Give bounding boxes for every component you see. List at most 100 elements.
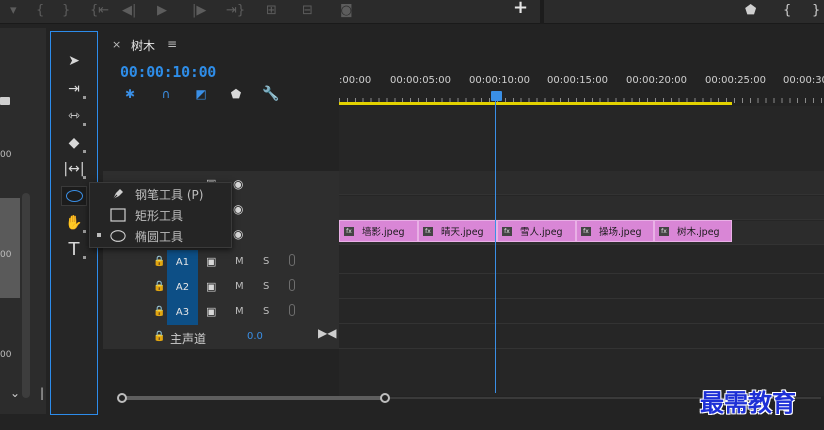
microphone-icon[interactable] — [289, 304, 295, 316]
transport-bar: ▾ { } {⇤ ◀| ▶ |▶ ⇥} ⊞ ⊟ ◙ + ⬟ { } — [0, 0, 824, 24]
rectangle-icon — [110, 207, 126, 223]
ruler-label: 00:00:20:00 — [626, 75, 688, 86]
track-target-a2[interactable]: A2 — [167, 275, 198, 300]
master-volume-value[interactable]: 0.0 — [247, 331, 263, 342]
ruler-label: 00:00:05:00 — [390, 75, 452, 86]
ruler-label: 00:00:30 — [783, 75, 824, 86]
set-in-icon[interactable]: { — [36, 3, 44, 19]
ellipse-tool-button[interactable] — [61, 186, 87, 206]
clip[interactable]: fx 墙影.jpeg — [339, 220, 418, 242]
fx-badge-icon: fx — [659, 226, 669, 236]
add-button-icon[interactable]: + — [513, 0, 528, 17]
playhead-handle[interactable] — [491, 91, 502, 101]
eye-icon[interactable]: ◉ — [233, 177, 243, 191]
go-to-end-icon[interactable]: ▶◀ — [318, 326, 336, 340]
fx-badge-icon: fx — [344, 226, 354, 236]
panel-divider — [540, 0, 544, 24]
mute-button[interactable]: M — [235, 256, 244, 267]
audio-track-a1[interactable] — [339, 250, 824, 274]
clip[interactable]: fx 雪人.jpeg — [497, 220, 576, 242]
ruler-label: 00:00:25:00 — [705, 75, 767, 86]
zoom-handle-right[interactable] — [380, 393, 390, 403]
microphone-icon[interactable] — [289, 254, 295, 266]
clip[interactable]: fx 操场.jpeg — [576, 220, 654, 242]
slip-tool[interactable]: |↔| — [51, 156, 97, 182]
audio-track-a2[interactable] — [339, 275, 824, 299]
marker-icon[interactable]: ⬟ — [228, 86, 244, 102]
vertical-scrollbar[interactable] — [22, 193, 30, 398]
add-marker-icon[interactable]: ◩ — [193, 86, 209, 102]
scroll-thumb[interactable] — [121, 396, 385, 400]
zoom-handle-left[interactable] — [117, 393, 127, 403]
playhead-timecode[interactable]: 00:00:10:00 — [120, 63, 216, 81]
media-thumbnail[interactable] — [0, 198, 20, 298]
clip[interactable]: fx 树木.jpeg — [654, 220, 732, 242]
selection-tool[interactable]: ➤ — [51, 48, 97, 74]
menu-item-ellipse[interactable]: 椭圆工具 — [90, 225, 231, 246]
insert-icon[interactable]: ⊞ — [266, 3, 277, 19]
fx-badge-icon: fx — [502, 226, 512, 236]
sync-lock-icon[interactable]: ▣ — [206, 255, 216, 268]
set-in-icon[interactable]: { — [783, 3, 791, 19]
step-back-icon[interactable]: ◀| — [122, 3, 136, 19]
microphone-icon[interactable] — [289, 279, 295, 291]
lock-icon[interactable]: 🔒 — [153, 281, 165, 292]
timecode-fragment: 00 — [0, 250, 12, 260]
lock-icon[interactable]: 🔒 — [153, 331, 165, 342]
work-area-bar[interactable] — [339, 102, 732, 105]
solo-button[interactable]: S — [263, 306, 269, 317]
menu-item-rectangle[interactable]: 矩形工具 — [90, 204, 231, 225]
video-track-v2[interactable] — [339, 196, 824, 220]
clip[interactable]: fx 晴天.jpeg — [418, 220, 497, 242]
track-target-a3[interactable]: A3 — [167, 300, 198, 325]
export-frame-icon[interactable]: ◙ — [340, 3, 353, 19]
time-ruler[interactable]: :00:00 00:00:05:00 00:00:10:00 00:00:15:… — [339, 69, 824, 105]
menu-item-pen[interactable]: 钢笔工具 (P) — [90, 183, 231, 204]
sync-lock-icon[interactable]: ▣ — [206, 280, 216, 293]
track-select-tool[interactable]: ⇥ — [51, 76, 97, 102]
razor-tool[interactable]: ◆ — [51, 130, 97, 156]
wrench-icon[interactable]: 🔧 — [262, 86, 279, 102]
master-track[interactable] — [339, 325, 824, 349]
track-area[interactable] — [339, 106, 824, 396]
ellipse-icon — [65, 190, 83, 202]
go-to-in-icon[interactable]: {⇤ — [90, 3, 109, 19]
eye-icon[interactable]: ◉ — [233, 227, 243, 241]
tab-menu-icon[interactable]: ≡ — [167, 37, 177, 51]
set-out-icon[interactable]: } — [812, 3, 820, 19]
lock-icon[interactable]: 🔒 — [153, 256, 165, 267]
marker-icon[interactable]: ⬟ — [745, 3, 756, 19]
step-forward-icon[interactable]: |▶ — [192, 3, 206, 19]
mute-button[interactable]: M — [235, 306, 244, 317]
ripple-edit-tool[interactable]: ⇿ — [51, 103, 97, 129]
eye-icon[interactable]: ◉ — [233, 202, 243, 216]
snap-icon[interactable]: ✱ — [122, 86, 138, 102]
chevron-down-icon[interactable]: ⌄ — [10, 386, 20, 400]
ruler-label: 00:00:15:00 — [547, 75, 609, 86]
solo-button[interactable]: S — [263, 281, 269, 292]
mute-button[interactable]: M — [235, 281, 244, 292]
sync-lock-icon[interactable]: ▣ — [206, 305, 216, 318]
project-panel: 00 00 00 — [0, 28, 46, 414]
lock-icon[interactable]: 🔒 — [153, 306, 165, 317]
watermark-logo: 最需教育 — [700, 388, 796, 417]
track-target-a1[interactable]: A1 — [167, 250, 198, 275]
solo-button[interactable]: S — [263, 256, 269, 267]
arrow-icon: ➤ — [68, 53, 80, 69]
clip-label: 晴天.jpeg — [441, 227, 484, 238]
go-to-out-icon[interactable]: ⇥} — [226, 3, 245, 19]
type-icon: T — [68, 238, 80, 260]
sequence-tab-title[interactable]: 树木 — [131, 37, 155, 54]
master-track-label: 主声道 — [170, 332, 207, 346]
ruler-label: :00:00 — [339, 75, 372, 86]
panel-badge — [0, 97, 10, 105]
close-tab-button[interactable]: × — [112, 38, 121, 51]
audio-track-a3[interactable] — [339, 300, 824, 324]
overwrite-icon[interactable]: ⊟ — [302, 3, 313, 19]
set-out-icon[interactable]: } — [62, 3, 70, 19]
video-track-v3[interactable] — [339, 171, 824, 195]
add-marker-icon[interactable]: ▾ — [10, 3, 17, 19]
play-icon[interactable]: ▶ — [157, 3, 167, 19]
linked-selection-icon[interactable]: ∩ — [158, 86, 174, 102]
playhead-line[interactable] — [495, 98, 496, 393]
